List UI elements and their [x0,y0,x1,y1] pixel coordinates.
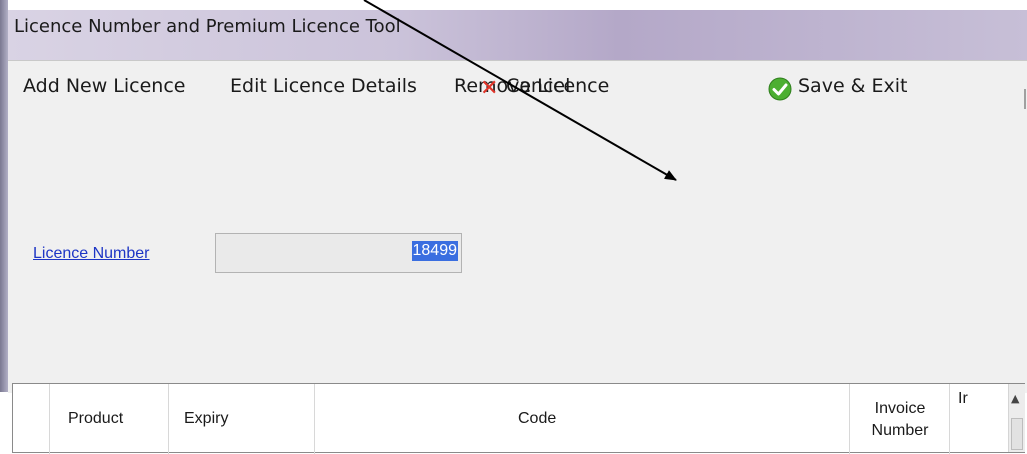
annotation-arrow-icon [363,0,677,181]
licence-grid[interactable]: Product Expiry Code Invoice Number Ir ▲ [12,383,1025,454]
scroll-up-icon[interactable]: ▲ [1011,392,1019,405]
column-header-code[interactable]: Code [315,384,850,454]
grid-header-row: Product Expiry Code Invoice Number Ir [13,384,1024,454]
row-header-corner [13,384,50,454]
vertical-scrollbar[interactable]: ▲ [1008,384,1025,452]
column-header-product[interactable]: Product [50,384,169,454]
column-header-expiry[interactable]: Expiry [169,384,315,454]
column-header-truncated[interactable]: Ir [950,384,1008,454]
scrollbar-thumb[interactable] [1011,418,1023,450]
column-header-invoice-number[interactable]: Invoice Number [850,384,950,454]
